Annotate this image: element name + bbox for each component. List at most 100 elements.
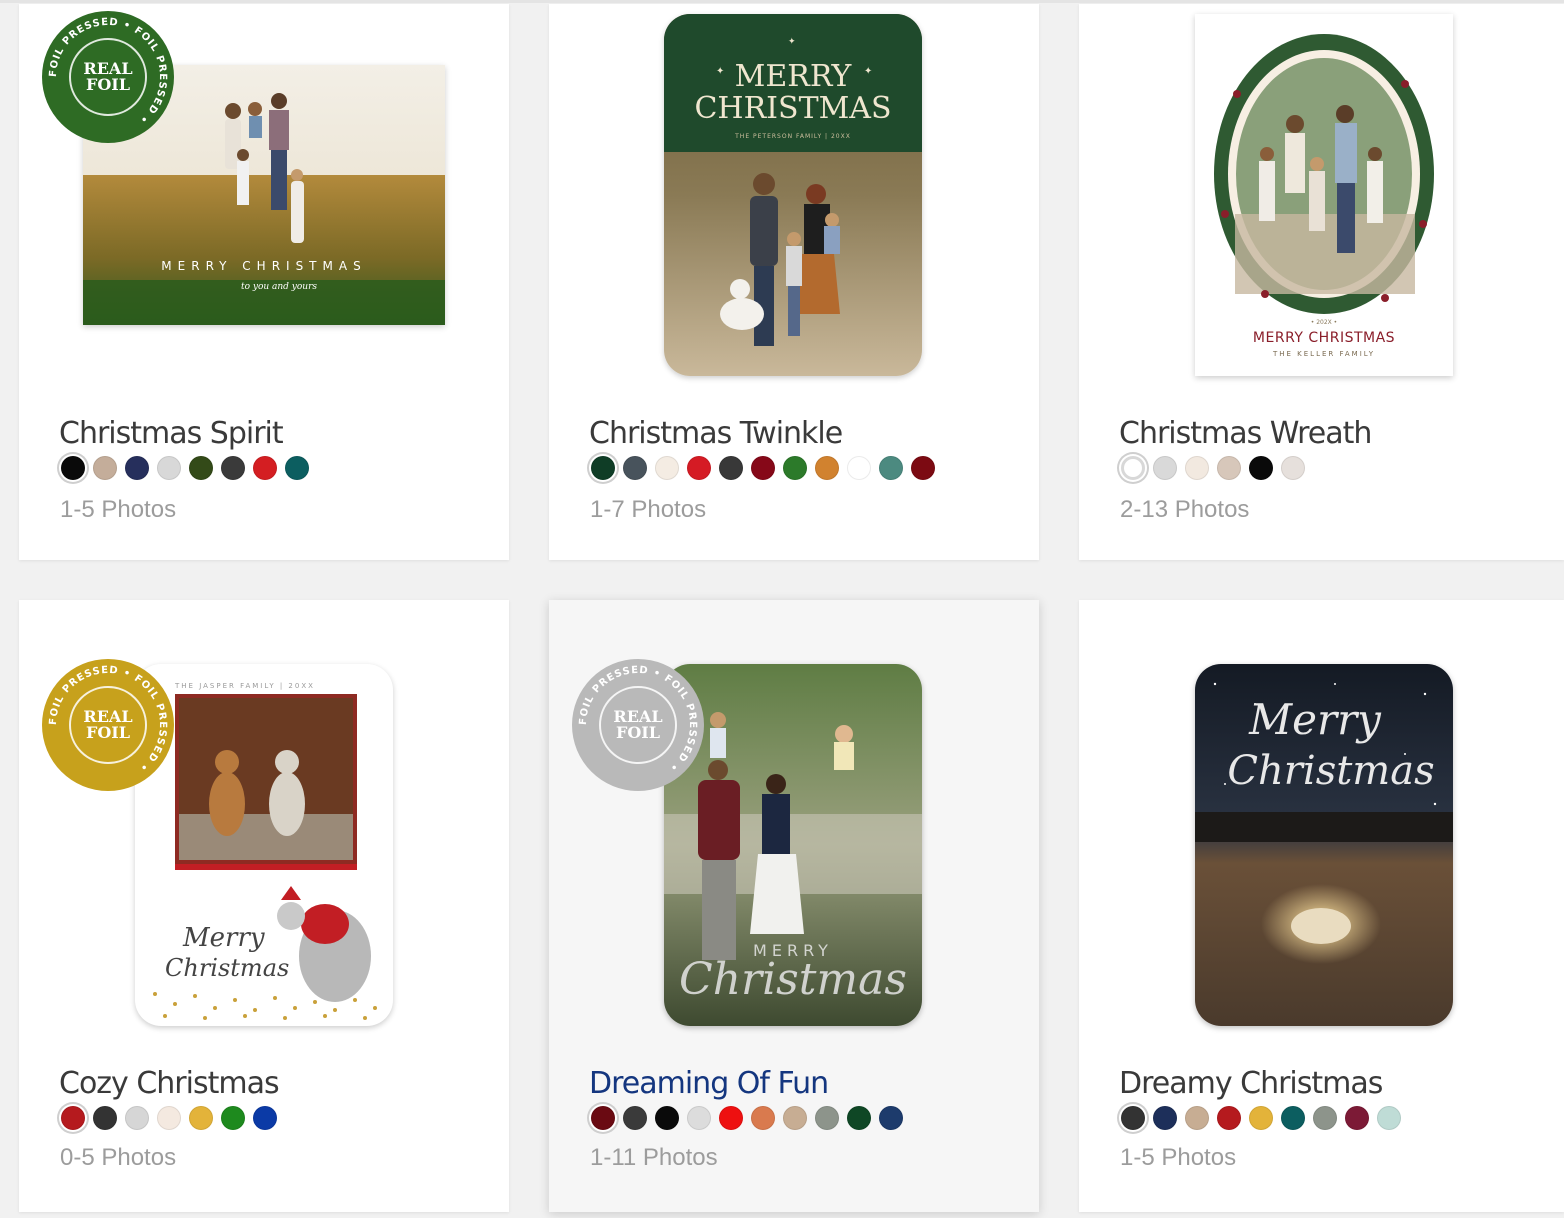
color-swatch[interactable] [815, 456, 839, 480]
color-swatches [591, 456, 935, 484]
badge-line2: FOIL [85, 75, 131, 94]
color-swatch[interactable] [189, 456, 213, 480]
wreath-family-photo: • 202X • MERRY CHRISTMAS THE KELLER FAMI… [1214, 34, 1434, 358]
color-swatch[interactable] [847, 1106, 871, 1130]
product-name[interactable]: Christmas Wreath [1119, 416, 1372, 451]
top-divider [0, 0, 1564, 3]
color-swatch[interactable] [783, 456, 807, 480]
color-swatch[interactable] [1153, 456, 1177, 480]
product-name[interactable]: Christmas Twinkle [589, 416, 843, 451]
color-swatches [61, 456, 309, 484]
product-name[interactable]: Christmas Spirit [59, 416, 284, 451]
color-swatch[interactable] [655, 1106, 679, 1130]
card-family-line: THE PETERSON FAMILY | 20XX [734, 133, 851, 140]
card-title-line2: Christmas [1227, 748, 1434, 794]
product-card-christmas-wreath[interactable]: • 202X • MERRY CHRISTMAS THE KELLER FAMI… [1079, 4, 1564, 560]
photo-count: 1-5 Photos [1120, 1144, 1237, 1171]
color-swatch[interactable] [1185, 456, 1209, 480]
color-swatch[interactable] [623, 456, 647, 480]
card-sub-text: to you and yours [241, 282, 317, 292]
color-swatch[interactable] [93, 456, 117, 480]
color-swatch[interactable] [751, 1106, 775, 1130]
product-card-christmas-spirit[interactable]: MERRY CHRISTMAS to you and yours FOIL PR… [19, 4, 509, 560]
product-name[interactable]: Dreamy Christmas [1119, 1066, 1383, 1101]
color-swatches [591, 1106, 903, 1134]
card-sub-text: THE KELLER FAMILY [1272, 350, 1375, 358]
badge-line2: FOIL [85, 723, 131, 742]
color-swatch[interactable] [1313, 1106, 1337, 1130]
card-main-text: MERRY CHRISTMAS [161, 259, 366, 273]
real-foil-badge: FOIL PRESSED • FOIL PRESSED • REAL FOIL [571, 658, 705, 792]
color-swatch[interactable] [221, 456, 245, 480]
color-swatch[interactable] [623, 1106, 647, 1130]
card-preview-image[interactable]: MERRY CHRISTMAS THE PETERSON FAMILY | 20… [664, 14, 922, 376]
product-card-dreamy-christmas[interactable]: Merry Christmas Dreamy Christmas 1-5 Pho… [1079, 600, 1564, 1212]
color-swatch[interactable] [1121, 456, 1145, 480]
real-foil-badge: FOIL PRESSED • FOIL PRESSED • REAL FOIL [41, 10, 175, 144]
color-swatch[interactable] [1345, 1106, 1369, 1130]
color-swatch[interactable] [719, 456, 743, 480]
color-swatch[interactable] [1249, 1106, 1273, 1130]
photo-count: 1-5 Photos [60, 496, 177, 523]
color-swatch[interactable] [719, 1106, 743, 1130]
color-swatch[interactable] [1153, 1106, 1177, 1130]
card-preview-image[interactable]: Merry Christmas [1195, 664, 1453, 1026]
card-title-line2: CHRISTMAS [694, 91, 891, 126]
color-swatch[interactable] [591, 1106, 615, 1130]
color-swatch[interactable] [1281, 456, 1305, 480]
color-swatch[interactable] [125, 456, 149, 480]
color-swatch[interactable] [221, 1106, 245, 1130]
color-swatch[interactable] [751, 456, 775, 480]
color-swatch[interactable] [1121, 1106, 1145, 1130]
color-swatch[interactable] [1249, 456, 1273, 480]
color-swatch[interactable] [815, 1106, 839, 1130]
card-main-text: MERRY CHRISTMAS [1253, 330, 1395, 346]
color-swatch[interactable] [253, 1106, 277, 1130]
product-name[interactable]: Dreaming Of Fun [589, 1066, 829, 1101]
color-swatch[interactable] [1185, 1106, 1209, 1130]
color-swatch[interactable] [285, 456, 309, 480]
color-swatch[interactable] [879, 456, 903, 480]
color-swatch[interactable] [61, 456, 85, 480]
photo-count: 1-7 Photos [590, 496, 707, 523]
color-swatch[interactable] [1217, 1106, 1241, 1130]
color-swatch[interactable] [687, 456, 711, 480]
card-preview-image[interactable]: • 202X • MERRY CHRISTMAS THE KELLER FAMI… [1195, 14, 1453, 376]
family-path-photo: MERRY CHRISTMAS THE PETERSON FAMILY | 20… [664, 14, 922, 376]
color-swatch[interactable] [61, 1106, 85, 1130]
color-swatch[interactable] [1217, 456, 1241, 480]
product-card-cozy-christmas[interactable]: THE JASPER FAMILY | 20XX Merry Christmas [19, 600, 509, 1212]
color-swatch[interactable] [1377, 1106, 1401, 1130]
color-swatch[interactable] [157, 456, 181, 480]
color-swatch[interactable] [93, 1106, 117, 1130]
color-swatch[interactable] [911, 456, 935, 480]
color-swatch[interactable] [591, 456, 615, 480]
svg-text:✦: ✦ [788, 36, 796, 46]
color-swatches [1121, 456, 1305, 484]
color-swatch[interactable] [879, 1106, 903, 1130]
product-card-dreaming-of-fun[interactable]: MERRY Christmas FOIL PRESSED • FOIL PRES… [549, 600, 1039, 1212]
color-swatch[interactable] [655, 456, 679, 480]
color-swatch[interactable] [253, 456, 277, 480]
card-top-text: THE JASPER FAMILY | 20XX [174, 682, 315, 690]
color-swatches [1121, 1106, 1401, 1134]
color-swatches [61, 1106, 277, 1134]
card-title-line1: Merry [1248, 695, 1382, 744]
product-name[interactable]: Cozy Christmas [59, 1066, 280, 1101]
color-swatch[interactable] [847, 456, 871, 480]
card-title-line1: MERRY [735, 59, 853, 94]
color-swatch[interactable] [189, 1106, 213, 1130]
color-swatch[interactable] [157, 1106, 181, 1130]
svg-text:✦: ✦ [864, 66, 872, 77]
card-title-line2: Christmas [679, 954, 907, 1005]
card-title-line1: Merry [182, 923, 265, 953]
photo-count: 0-5 Photos [60, 1144, 177, 1171]
card-year-text: • 202X • [1311, 319, 1337, 326]
color-swatch[interactable] [1281, 1106, 1305, 1130]
night-couple-photo: Merry Christmas [1195, 664, 1453, 1026]
product-card-christmas-twinkle[interactable]: MERRY CHRISTMAS THE PETERSON FAMILY | 20… [549, 4, 1039, 560]
photo-count: 1-11 Photos [590, 1144, 718, 1171]
color-swatch[interactable] [687, 1106, 711, 1130]
color-swatch[interactable] [783, 1106, 807, 1130]
color-swatch[interactable] [125, 1106, 149, 1130]
